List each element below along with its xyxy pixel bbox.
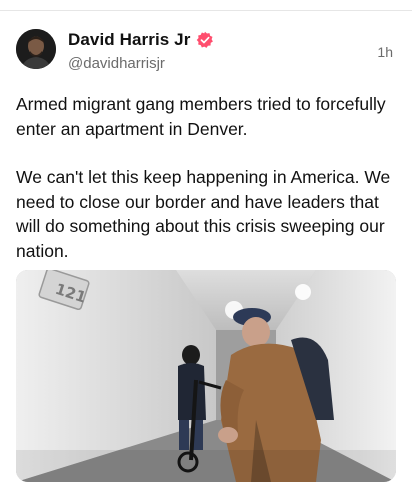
post-body: Armed migrant gang members tried to forc… — [16, 92, 404, 287]
author-avatar[interactable] — [16, 29, 56, 69]
author-handle[interactable]: @davidharrisjr — [68, 55, 165, 72]
post-paragraph: Armed migrant gang members tried to forc… — [16, 94, 386, 139]
verified-badge-icon — [196, 31, 214, 49]
post-media-video[interactable]: 121 — [16, 270, 396, 482]
top-divider — [0, 10, 412, 11]
video-still-image: 121 — [16, 270, 396, 482]
post-paragraph: We can't let this keep happening in Amer… — [16, 167, 391, 261]
post-timestamp: 1h — [377, 44, 393, 60]
author-display-name[interactable]: David Harris Jr — [68, 30, 190, 50]
author-name-row: David Harris Jr — [68, 30, 214, 50]
avatar-image — [16, 29, 56, 69]
